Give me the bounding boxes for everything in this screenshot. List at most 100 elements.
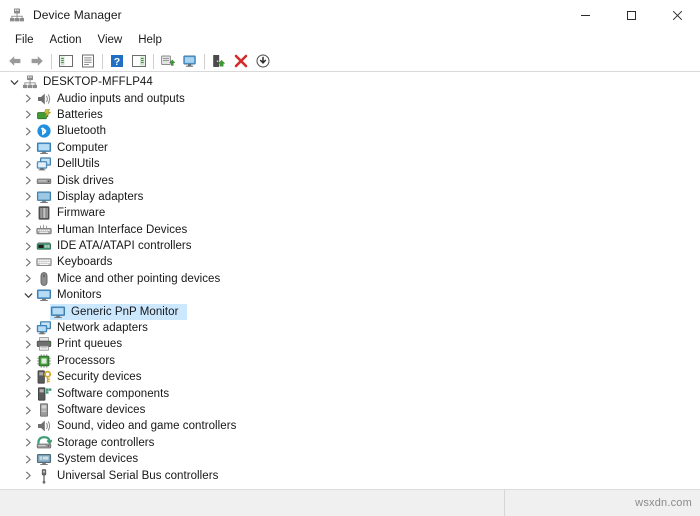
chevron-right-icon[interactable] [20,451,36,467]
chevron-right-icon[interactable] [20,140,36,156]
caption-buttons [562,0,700,30]
chevron-right-icon[interactable] [20,189,36,205]
tree-row-content[interactable]: Batteries [36,107,112,123]
tree-row[interactable]: Generic PnP Monitor [0,303,700,320]
menu-bar: File Action View Help [0,30,700,50]
device-tree-panel[interactable]: DESKTOP-MFFLP44 Audio inputs and outputs B… [0,72,700,489]
enable-device-icon[interactable] [208,51,230,71]
tree-row-content[interactable]: Network adapters [36,320,157,336]
forward-arrow-icon[interactable] [26,51,48,71]
tree-row-content[interactable]: Generic PnP Monitor [50,303,188,320]
menu-help[interactable]: Help [130,32,170,48]
minimize-button[interactable] [562,0,608,30]
tree-row-content[interactable]: Bluetooth [36,123,115,139]
tree-row[interactable]: Software devices [0,402,700,418]
scan-hardware-changes-icon[interactable] [179,51,201,71]
view-devices-icon[interactable] [128,51,150,71]
toolbar: ? [0,50,700,72]
tree-row[interactable]: Processors [0,353,700,369]
menu-view[interactable]: View [90,32,131,48]
chevron-down-icon[interactable] [20,287,36,303]
tree-row-content[interactable]: IDE ATA/ATAPI controllers [36,238,201,254]
chevron-right-icon[interactable] [20,320,36,336]
tree-row[interactable]: Firmware [0,205,700,221]
tree-row[interactable]: Human Interface Devices [0,222,700,238]
disable-device-icon[interactable] [252,51,274,71]
chevron-right-icon[interactable] [20,435,36,451]
tree-row[interactable]: Storage controllers [0,435,700,451]
maximize-button[interactable] [608,0,654,30]
tree-row[interactable]: Audio inputs and outputs [0,90,700,106]
tree-row-content[interactable]: Keyboards [36,254,121,270]
properties-icon[interactable] [77,51,99,71]
chevron-right-icon[interactable] [20,205,36,221]
tree-row[interactable]: Bluetooth [0,123,700,139]
chevron-right-icon[interactable] [20,123,36,139]
chevron-right-icon[interactable] [20,402,36,418]
tree-row[interactable]: Computer [0,140,700,156]
tree-row-content[interactable]: Processors [36,353,124,369]
help-icon[interactable]: ? [106,51,128,71]
tree-row[interactable]: Batteries [0,107,700,123]
menu-file[interactable]: File [7,32,42,48]
tree-row-content[interactable]: Universal Serial Bus controllers [36,468,227,484]
tree-row-content[interactable]: Computer [36,140,117,156]
tree-row[interactable]: Mice and other pointing devices [0,271,700,287]
update-driver-icon[interactable] [157,51,179,71]
tree-row[interactable]: Sound, video and game controllers [0,418,700,434]
tree-row-content[interactable]: Human Interface Devices [36,222,196,238]
title-bar: Device Manager [0,0,700,30]
chevron-right-icon[interactable] [20,353,36,369]
device-tree[interactable]: DESKTOP-MFFLP44 Audio inputs and outputs B… [0,74,700,484]
tree-row[interactable]: Disk drives [0,172,700,188]
menu-action[interactable]: Action [42,32,90,48]
tree-row-content[interactable]: Monitors [36,287,111,303]
chevron-right-icon[interactable] [20,91,36,107]
tree-row-content[interactable]: Display adapters [36,189,152,205]
uninstall-device-icon[interactable] [230,51,252,71]
tree-row[interactable]: Print queues [0,336,700,352]
tree-row[interactable]: Software components [0,385,700,401]
tree-row-content[interactable]: Sound, video and game controllers [36,418,245,434]
chevron-right-icon[interactable] [20,369,36,385]
chevron-right-icon[interactable] [20,254,36,270]
tree-row-label: Universal Serial Bus controllers [57,469,219,482]
tree-row-content[interactable]: DESKTOP-MFFLP44 [22,74,162,90]
chevron-right-icon[interactable] [20,173,36,189]
chevron-right-icon[interactable] [20,107,36,123]
tree-row-content[interactable]: Firmware [36,205,114,221]
back-arrow-icon[interactable] [4,51,26,71]
tree-row-content[interactable]: DellUtils [36,156,109,172]
chevron-down-icon[interactable] [6,74,22,90]
tree-row-content[interactable]: Software devices [36,402,154,418]
tree-row-content[interactable]: Mice and other pointing devices [36,271,229,287]
tree-row-content[interactable]: Security devices [36,369,151,385]
tree-row[interactable]: Network adapters [0,320,700,336]
tree-row[interactable]: Security devices [0,369,700,385]
tree-row[interactable]: DESKTOP-MFFLP44 [0,74,700,90]
show-hide-console-tree-icon[interactable] [55,51,77,71]
chevron-right-icon[interactable] [20,386,36,402]
chevron-right-icon[interactable] [20,271,36,287]
tree-row-content[interactable]: Audio inputs and outputs [36,91,194,107]
tree-row[interactable]: Universal Serial Bus controllers [0,467,700,484]
chevron-right-icon[interactable] [20,418,36,434]
close-button[interactable] [654,0,700,30]
tree-row[interactable]: Keyboards [0,254,700,270]
tree-row-content[interactable]: Storage controllers [36,435,163,451]
tree-row-content[interactable]: System devices [36,451,147,467]
tree-row[interactable]: DellUtils [0,156,700,172]
tree-row[interactable]: Display adapters [0,189,700,205]
tree-row-content[interactable]: Print queues [36,336,131,352]
ide-controller-icon [36,238,52,254]
chevron-right-icon[interactable] [20,222,36,238]
chevron-right-icon[interactable] [20,238,36,254]
chevron-right-icon[interactable] [20,468,36,484]
tree-row-content[interactable]: Disk drives [36,173,123,189]
chevron-right-icon[interactable] [20,336,36,352]
tree-row[interactable]: Monitors [0,287,700,303]
tree-row[interactable]: IDE ATA/ATAPI controllers [0,238,700,254]
tree-row[interactable]: System devices [0,451,700,467]
chevron-right-icon[interactable] [20,156,36,172]
tree-row-content[interactable]: Software components [36,386,178,402]
